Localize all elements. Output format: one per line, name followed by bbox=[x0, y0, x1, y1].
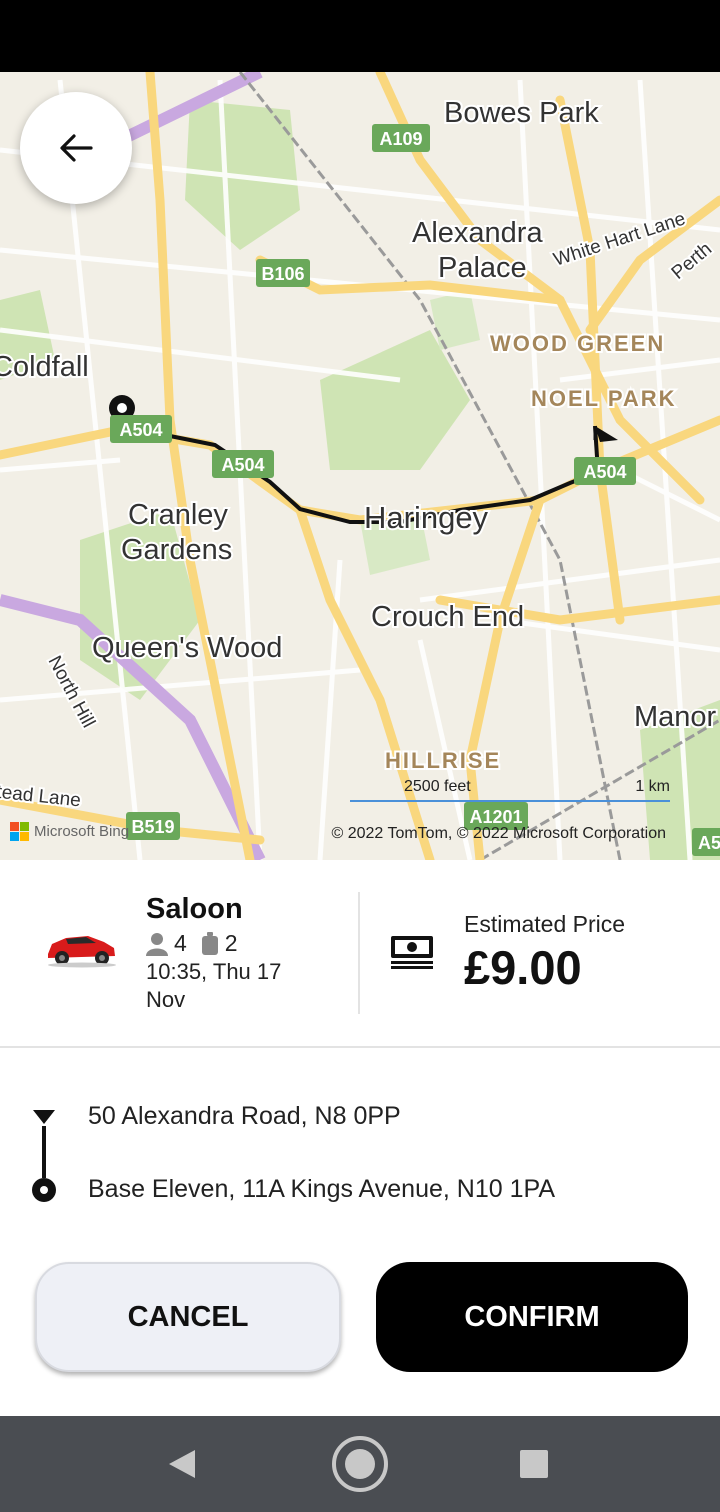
summary-divider bbox=[358, 892, 360, 1014]
map-label: Perth bbox=[668, 239, 716, 284]
bing-logo: Microsoft Bing bbox=[10, 822, 130, 841]
price-label: Estimated Price bbox=[464, 911, 626, 937]
destination-arrow-icon bbox=[33, 1110, 55, 1124]
road-badge-label: A109 bbox=[379, 129, 422, 149]
car-icon bbox=[48, 936, 116, 968]
park-area bbox=[430, 290, 480, 350]
cancel-button[interactable]: CANCEL bbox=[35, 1262, 341, 1372]
passenger-icon bbox=[146, 932, 168, 956]
map-label: Palace bbox=[438, 252, 527, 284]
scale-bar bbox=[350, 800, 670, 802]
road-badge-label: A504 bbox=[221, 455, 264, 475]
map-copyright: © 2022 TomTom, © 2022 Microsoft Corporat… bbox=[331, 825, 666, 842]
map-label: HILLRISE bbox=[385, 748, 501, 773]
map-label: Haringey bbox=[364, 500, 489, 535]
price-value: £9.00 bbox=[464, 941, 582, 994]
road-badge-label: B519 bbox=[131, 817, 174, 837]
destination-address: 50 Alexandra Road, N8 0PP bbox=[88, 1102, 401, 1130]
road-badge-label: A504 bbox=[119, 420, 162, 440]
map-provider: Microsoft Bing bbox=[34, 822, 130, 840]
vehicle-capacity: 4 2 bbox=[146, 930, 252, 957]
road-badge-label: A1201 bbox=[469, 807, 522, 827]
map-label: Cranley bbox=[128, 499, 228, 531]
luggage-count: 2 bbox=[224, 930, 238, 956]
cash-icon bbox=[391, 936, 433, 969]
recents-square-icon bbox=[520, 1450, 548, 1478]
scale-km-label: 1 km bbox=[635, 778, 670, 795]
map-label: Crouch End bbox=[371, 601, 524, 633]
scale-feet-label: 2500 feet bbox=[404, 778, 471, 795]
route-summary: 50 Alexandra Road, N8 0PP Base Eleven, 1… bbox=[0, 1090, 720, 1220]
map-label: WOOD GREEN bbox=[490, 331, 665, 356]
map-label: Bowes Park bbox=[444, 97, 599, 129]
map-label: Queen's Wood bbox=[92, 632, 282, 664]
map-label: Coldfall bbox=[0, 351, 89, 383]
road-badge-label: A504 bbox=[583, 462, 626, 482]
home-circle-icon bbox=[332, 1436, 388, 1492]
back-button[interactable] bbox=[20, 92, 132, 204]
park-area bbox=[320, 330, 470, 470]
pickup-time: 10:35, Thu 17 Nov bbox=[146, 959, 282, 1012]
map-label: Gardens bbox=[121, 534, 232, 566]
map-label: Manor bbox=[634, 701, 717, 733]
map-label: NOEL PARK bbox=[531, 386, 677, 411]
nav-home-button[interactable] bbox=[312, 1416, 408, 1512]
road-badge-label: B106 bbox=[261, 264, 304, 284]
system-nav-bar bbox=[0, 1416, 720, 1512]
map-label: Alexandra bbox=[412, 217, 543, 249]
route-connector bbox=[32, 1110, 56, 1202]
nav-recents-button[interactable] bbox=[486, 1416, 582, 1512]
map-scale: 2500 feet 1 km bbox=[350, 778, 670, 804]
status-bar bbox=[0, 0, 720, 72]
road-badge-label: A5 bbox=[698, 833, 720, 853]
luggage-icon bbox=[201, 931, 218, 955]
pickup-address: Base Eleven, 11A Kings Avenue, N10 1PA bbox=[88, 1175, 555, 1203]
arrow-left-icon bbox=[60, 134, 93, 162]
microsoft-logo-icon bbox=[10, 822, 29, 841]
vehicle-name: Saloon bbox=[146, 893, 243, 925]
passenger-count: 4 bbox=[174, 930, 187, 956]
back-triangle-icon bbox=[169, 1450, 195, 1478]
nav-back-button[interactable] bbox=[134, 1416, 230, 1512]
map-label: tead Lane bbox=[0, 782, 82, 812]
confirm-button[interactable]: CONFIRM bbox=[376, 1262, 688, 1372]
